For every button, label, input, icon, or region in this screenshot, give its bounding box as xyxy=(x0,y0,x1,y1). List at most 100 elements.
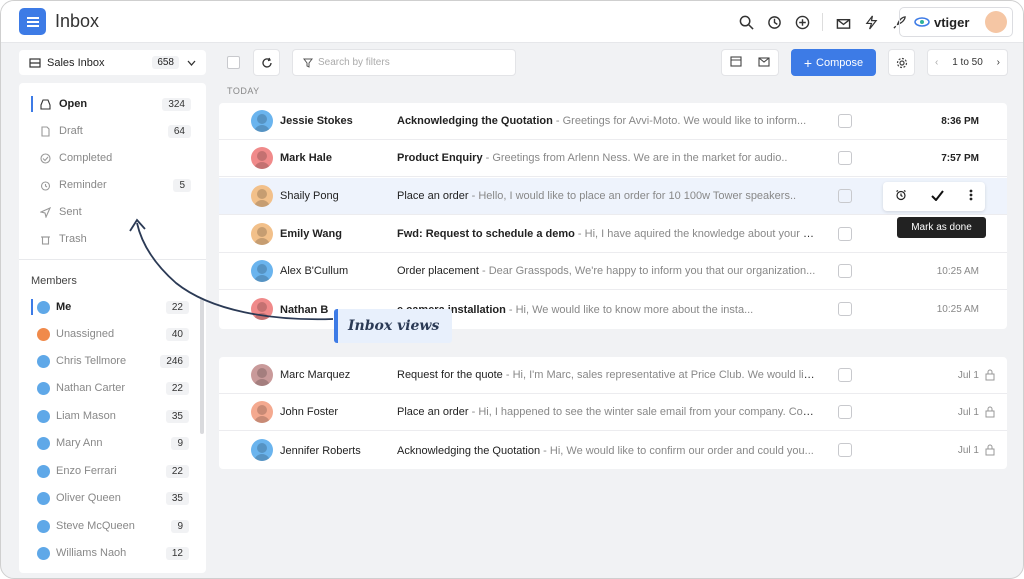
member-enzo-ferrari[interactable]: Enzo Ferrari 22 xyxy=(19,461,199,481)
page-title: Inbox xyxy=(55,11,100,31)
search-icon[interactable] xyxy=(738,14,754,30)
lightning-icon[interactable] xyxy=(863,14,879,30)
inbox-selector-label: Sales Inbox xyxy=(47,56,105,69)
member-label: Nathan Carter xyxy=(56,382,126,394)
mail-icon[interactable] xyxy=(835,14,851,30)
more-vertical-icon[interactable] xyxy=(969,188,973,206)
refresh-button[interactable] xyxy=(253,49,280,76)
mail-subject-title: Place an order xyxy=(397,190,469,202)
member-oliver-queen[interactable]: Oliver Queen 35 xyxy=(19,488,199,508)
add-circle-icon[interactable] xyxy=(794,14,810,30)
mail-subject: Acknowledging the Quotation - Hi, We wou… xyxy=(397,445,817,457)
member-mary-ann[interactable]: Mary Ann 9 xyxy=(19,433,199,453)
contact-icon[interactable] xyxy=(838,368,852,382)
avatar xyxy=(251,147,273,169)
search-placeholder: Search by filters xyxy=(318,57,390,68)
mail-subject: Place an order - Hello, I would like to … xyxy=(397,190,817,202)
select-all-checkbox[interactable] xyxy=(227,56,240,69)
member-label: Unassigned xyxy=(56,328,115,340)
contact-icon[interactable] xyxy=(838,302,852,316)
checkmark-icon[interactable] xyxy=(931,188,945,206)
mail-subject: Request for the quote - Hi, I'm Marc, sa… xyxy=(397,369,817,381)
mail-subject: Acknowledging the Quotation - Greetings … xyxy=(397,115,817,127)
avatar xyxy=(251,110,273,132)
history-icon[interactable] xyxy=(766,14,782,30)
avatar xyxy=(37,546,50,560)
row-actions xyxy=(883,182,985,211)
member-williams-naoh[interactable]: Williams Naoh 12 xyxy=(19,543,199,563)
draft-icon xyxy=(39,125,51,137)
member-steve-mcqueen[interactable]: Steve McQueen 9 xyxy=(19,516,199,536)
template-icon[interactable] xyxy=(730,54,742,72)
mail-preview: - Hi, I have aquired the knowledge about… xyxy=(574,228,817,240)
member-label: Mary Ann xyxy=(56,437,103,449)
member-chris-tellmore[interactable]: Chris Tellmore 246 xyxy=(19,351,199,371)
alarm-icon xyxy=(39,179,51,191)
brand-account[interactable]: vtiger xyxy=(899,7,1013,37)
gear-icon xyxy=(896,57,907,68)
contact-icon[interactable] xyxy=(838,151,852,165)
member-label: Chris Tellmore xyxy=(56,355,127,367)
folder-reminder[interactable]: Reminder 5 xyxy=(19,174,206,196)
mail-row[interactable]: Jessie Stokes Acknowledging the Quotatio… xyxy=(219,103,1007,140)
tooltip-mark-as-done: Mark as done xyxy=(897,217,986,238)
compose-button[interactable]: + Compose xyxy=(791,49,876,76)
folder-count: 5 xyxy=(173,178,191,192)
contact-icon[interactable] xyxy=(838,227,852,241)
avatar xyxy=(37,300,50,314)
member-nathan-carter[interactable]: Nathan Carter 22 xyxy=(19,378,199,398)
mail-row[interactable]: Mark Hale Product Enquiry - Greetings fr… xyxy=(219,140,1007,177)
alarm-icon[interactable] xyxy=(895,188,907,206)
mail-row[interactable]: John Foster Place an order - Hi, I happe… xyxy=(219,394,1007,431)
mail-sender: Jennifer Roberts xyxy=(280,444,361,457)
settings-button[interactable] xyxy=(888,49,915,76)
inbox-tray-icon xyxy=(29,58,41,68)
folder-completed[interactable]: Completed xyxy=(19,147,206,169)
avatar xyxy=(37,354,50,368)
pagination: ‹ 1 to 50 › xyxy=(927,49,1008,76)
inbox-selector[interactable]: Sales Inbox 658 xyxy=(19,50,206,75)
folder-label: Trash xyxy=(59,233,87,245)
chevron-down-icon xyxy=(187,60,196,66)
contact-icon[interactable] xyxy=(838,189,852,203)
member-label: Steve McQueen xyxy=(56,520,135,532)
avatar xyxy=(251,185,273,207)
mail-row[interactable]: Jennifer Roberts Acknowledging the Quota… xyxy=(219,432,1007,469)
avatar[interactable] xyxy=(985,11,1007,33)
contact-icon[interactable] xyxy=(838,264,852,278)
mail-preview: - Hi, I'm Marc, sales representative at … xyxy=(502,369,817,381)
search-filter-input[interactable]: Search by filters xyxy=(292,49,516,76)
curved-arrow-icon xyxy=(129,218,334,321)
member-count: 35 xyxy=(165,491,189,505)
menu-button[interactable] xyxy=(19,8,46,35)
mail-settings-icon[interactable] xyxy=(758,54,770,72)
mail-list-older: Marc Marquez Request for the quote - Hi,… xyxy=(219,357,1007,469)
mail-subject-title: Fwd: Request to schedule a demo xyxy=(397,228,575,240)
folder-draft[interactable]: Draft 64 xyxy=(19,120,206,142)
folder-open[interactable]: Open 324 xyxy=(19,93,206,115)
mail-time: Jul 1 xyxy=(957,369,979,381)
member-liam-mason[interactable]: Liam Mason 35 xyxy=(19,406,199,426)
member-label: Enzo Ferrari xyxy=(56,465,117,477)
member-label: Liam Mason xyxy=(56,410,116,422)
avatar xyxy=(251,401,273,423)
chevron-left-icon[interactable]: ‹ xyxy=(935,57,938,68)
header-actions xyxy=(738,13,907,31)
chevron-right-icon[interactable]: › xyxy=(997,57,1000,68)
folder-count: 64 xyxy=(167,124,191,138)
member-count: 22 xyxy=(165,381,189,395)
mail-row[interactable]: Marc Marquez Request for the quote - Hi,… xyxy=(219,357,1007,394)
avatar xyxy=(251,364,273,386)
contact-icon[interactable] xyxy=(838,443,852,457)
check-circle-icon xyxy=(39,152,51,164)
app-window: Inbox vtiger Sales Inbox 658 Open 324 Dr… xyxy=(0,0,1024,579)
mail-time: Jul 1 xyxy=(957,445,979,456)
contact-icon[interactable] xyxy=(838,114,852,128)
mail-preview: - Hi, We would like to confirm our order… xyxy=(540,444,814,457)
contact-icon[interactable] xyxy=(838,405,852,419)
mail-subject: Place an order - Hi, I happened to see t… xyxy=(397,406,817,418)
callout-inbox-views: Inbox views xyxy=(334,309,452,343)
mail-sender: John Foster xyxy=(280,406,339,418)
filter-icon xyxy=(303,58,313,68)
avatar xyxy=(251,439,273,461)
